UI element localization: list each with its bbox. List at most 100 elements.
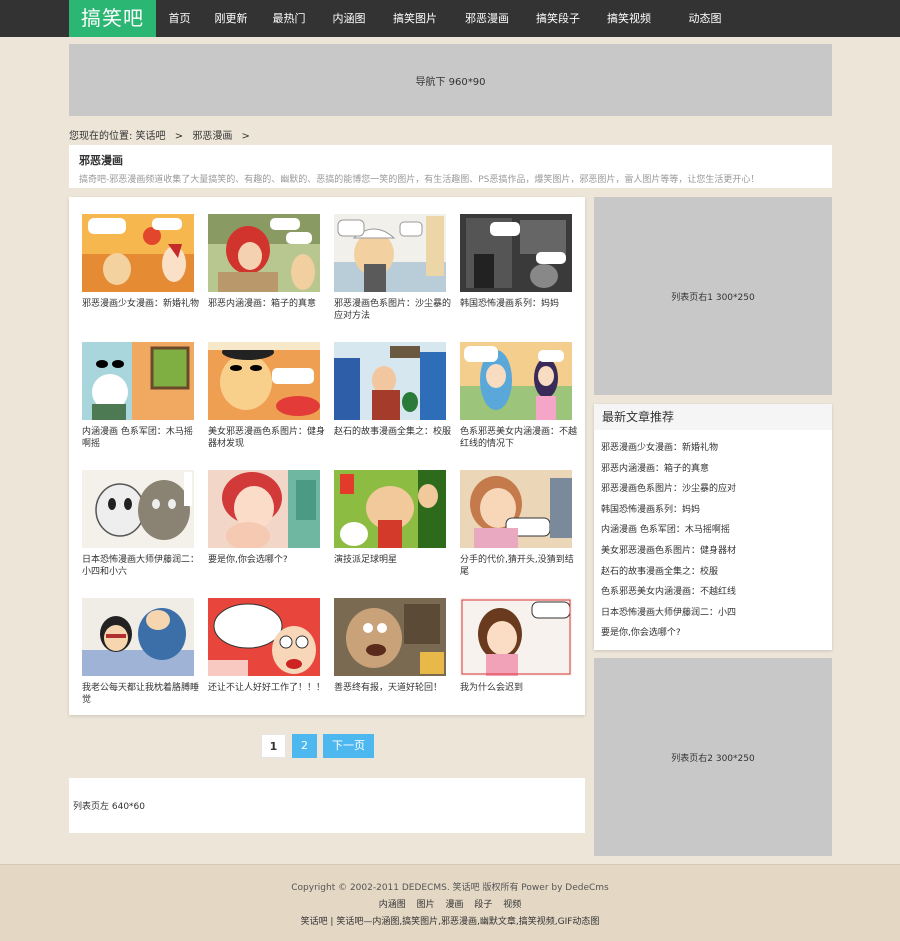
article-grid: 邪恶漫画少女漫画：新婚礼物 邪恶内涵漫画：箱子的真意 邪恶漫画色系图片：沙尘暴的… (69, 197, 585, 715)
site-logo[interactable]: 搞笑吧 (69, 0, 156, 37)
page-2-button[interactable]: 2 (292, 734, 317, 758)
recent-article-link[interactable]: 邪恶内涵漫画：箱子的真意 (601, 459, 829, 480)
item-title-link[interactable]: 邪恶内涵漫画：箱子的真意 (208, 298, 326, 310)
recent-article-link[interactable]: 韩国恐怖漫画系列：妈妈 (601, 500, 829, 521)
ad-banner-top[interactable]: 导航下 960*90 (69, 44, 832, 116)
ad-banner-left[interactable]: 列表页左 640*60 (69, 778, 585, 833)
list-item[interactable]: 美女邪恶漫画色系图片：健身器材发现 (208, 342, 326, 450)
recent-article-link[interactable]: 邪恶漫画色系图片：沙尘暴的应对 (601, 479, 829, 500)
comic-thumbnail-icon[interactable] (460, 598, 572, 676)
comic-thumbnail-icon[interactable] (334, 470, 446, 548)
item-title-link[interactable]: 邪恶漫画色系图片：沙尘暴的应对方法 (334, 298, 452, 322)
pagination: 1 2 下一页 (261, 734, 374, 758)
recent-articles-panel: 最新文章推荐 邪恶漫画少女漫画：新婚礼物 邪恶内涵漫画：箱子的真意 邪恶漫画色系… (594, 404, 832, 650)
category-description: 搞奇吧-邪恶漫画频道收集了大量搞笑的、有趣的、幽默的、恶搞的能博您一笑的图片，有… (79, 175, 760, 185)
item-title-link[interactable]: 演技派足球明星 (334, 554, 452, 566)
item-title-link[interactable]: 赵石的故事漫画全集之：校服 (334, 426, 452, 438)
item-title-link[interactable]: 内涵漫画 色系军团：木马摇啊摇 (82, 426, 200, 450)
breadcrumb-label: 您现在的位置: (69, 131, 133, 142)
next-page-button[interactable]: 下一页 (323, 734, 374, 758)
item-title-link[interactable]: 还让不让人好好工作了！！！ (208, 682, 326, 694)
footer-copyright: Copyright © 2002-2011 DEDECMS. 笑话吧 版权所有 … (291, 883, 609, 893)
nav-item-latest[interactable]: 刚更新 (203, 0, 259, 37)
footer-link[interactable]: 视频 (503, 900, 521, 910)
nav-item-home[interactable]: 首页 (156, 0, 203, 37)
item-title-link[interactable]: 邪恶漫画少女漫画：新婚礼物 (82, 298, 200, 310)
item-title-link[interactable]: 色系邪恶美女内涵漫画：不越红线的情况下 (460, 426, 578, 450)
nav-item-neihan[interactable]: 内涵图 (319, 0, 379, 37)
footer-link[interactable]: 段子 (474, 900, 492, 910)
breadcrumb-separator: > (241, 131, 250, 142)
list-item[interactable]: 邪恶漫画少女漫画：新婚礼物 (82, 214, 200, 310)
list-item[interactable]: 赵石的故事漫画全集之：校服 (334, 342, 452, 438)
ad-banner-left-label: 列表页左 640*60 (73, 802, 145, 812)
nav-item-jokes[interactable]: 搞笑段子 (523, 0, 593, 37)
recent-articles-list: 邪恶漫画少女漫画：新婚礼物 邪恶内涵漫画：箱子的真意 邪恶漫画色系图片：沙尘暴的… (594, 430, 832, 644)
item-title-link[interactable]: 日本恐怖漫画大师伊藤润二：小四和小六 (82, 554, 200, 578)
comic-thumbnail-icon[interactable] (208, 214, 320, 292)
top-nav-bar: 搞笑吧 首页 刚更新 最热门 内涵图 搞笑图片 邪恶漫画 搞笑段子 搞笑视频 动… (0, 0, 900, 37)
breadcrumb-home-link[interactable]: 笑话吧 (136, 131, 166, 142)
comic-thumbnail-icon[interactable] (460, 470, 572, 548)
list-item[interactable]: 演技派足球明星 (334, 470, 449, 566)
list-item[interactable]: 还让不让人好好工作了！！！ (208, 598, 326, 694)
recent-article-link[interactable]: 色系邪恶美女内涵漫画：不越红线 (601, 582, 829, 603)
list-item[interactable]: 我为什么会迟到 (460, 598, 575, 694)
footer-link[interactable]: 漫画 (445, 900, 463, 910)
breadcrumb-category-link[interactable]: 邪恶漫画 (192, 131, 232, 142)
item-title-link[interactable]: 善恶终有报，天道好轮回！ (334, 682, 452, 694)
category-info: 邪恶漫画 搞奇吧-邪恶漫画频道收集了大量搞笑的、有趣的、幽默的、恶搞的能博您一笑… (69, 145, 832, 188)
list-item[interactable]: 要是你,你会选哪个? (208, 470, 323, 566)
comic-thumbnail-icon[interactable] (208, 342, 320, 420)
list-item[interactable]: 我老公每天都让我枕着胳膊睡觉 (82, 598, 200, 706)
comic-thumbnail-icon[interactable] (82, 470, 194, 548)
item-title-link[interactable]: 我老公每天都让我枕着胳膊睡觉 (82, 682, 200, 706)
comic-thumbnail-icon[interactable] (334, 342, 446, 420)
comic-thumbnail-icon[interactable] (460, 342, 572, 420)
list-item[interactable]: 邪恶漫画色系图片：沙尘暴的应对方法 (334, 214, 452, 322)
item-title-link[interactable]: 要是你,你会选哪个? (208, 554, 326, 566)
footer-link[interactable]: 内涵图 (379, 900, 406, 910)
item-title-link[interactable]: 美女邪恶漫画色系图片：健身器材发现 (208, 426, 326, 450)
ad-banner-right-1-label: 列表页右1 300*250 (671, 292, 755, 303)
comic-thumbnail-icon[interactable] (460, 214, 572, 292)
recent-article-link[interactable]: 要是你,你会选哪个? (601, 623, 829, 644)
recent-article-link[interactable]: 赵石的故事漫画全集之：校服 (601, 562, 829, 583)
recent-article-link[interactable]: 日本恐怖漫画大师伊藤润二：小四 (601, 603, 829, 624)
comic-thumbnail-icon[interactable] (82, 598, 194, 676)
nav-item-funny-pics[interactable]: 搞笑图片 (379, 0, 451, 37)
footer-link[interactable]: 图片 (417, 900, 435, 910)
item-title-link[interactable]: 我为什么会迟到 (460, 682, 578, 694)
recent-article-link[interactable]: 邪恶漫画少女漫画：新婚礼物 (601, 438, 829, 459)
recent-article-link[interactable]: 美女邪恶漫画色系图片：健身器材 (601, 541, 829, 562)
nav-item-evil-comics[interactable]: 邪恶漫画 (451, 0, 523, 37)
page-current: 1 (261, 734, 286, 758)
list-item[interactable]: 内涵漫画 色系军团：木马摇啊摇 (82, 342, 197, 450)
list-item[interactable]: 邪恶内涵漫画：箱子的真意 (208, 214, 323, 310)
comic-thumbnail-icon[interactable] (82, 342, 194, 420)
ad-banner-right-2-label: 列表页右2 300*250 (671, 753, 755, 764)
list-item[interactable]: 韩国恐怖漫画系列：妈妈 (460, 214, 575, 310)
ad-banner-right-2[interactable]: 列表页右2 300*250 (594, 658, 832, 856)
breadcrumb: 您现在的位置: 笑话吧 > 邪恶漫画 > (69, 127, 256, 142)
list-item[interactable]: 分手的代价,猜开头,没猜到结尾 (460, 470, 575, 578)
list-item[interactable]: 日本恐怖漫画大师伊藤润二：小四和小六 (82, 470, 200, 578)
recent-article-link[interactable]: 内涵漫画 色系军团：木马摇啊摇 (601, 520, 829, 541)
comic-thumbnail-icon[interactable] (208, 598, 320, 676)
recent-articles-title: 最新文章推荐 (594, 404, 832, 430)
nav-item-gifs[interactable]: 动态图 (665, 0, 745, 37)
breadcrumb-separator: > (174, 131, 184, 142)
comic-thumbnail-icon[interactable] (334, 214, 446, 292)
item-title-link[interactable]: 分手的代价,猜开头,没猜到结尾 (460, 554, 578, 578)
item-title-link[interactable]: 韩国恐怖漫画系列：妈妈 (460, 298, 578, 310)
comic-thumbnail-icon[interactable] (208, 470, 320, 548)
main-nav: 首页 刚更新 最热门 内涵图 搞笑图片 邪恶漫画 搞笑段子 搞笑视频 动态图 (156, 0, 745, 37)
list-item[interactable]: 色系邪恶美女内涵漫画：不越红线的情况下 (460, 342, 578, 450)
comic-thumbnail-icon[interactable] (82, 214, 194, 292)
footer: Copyright © 2002-2011 DEDECMS. 笑话吧 版权所有 … (0, 864, 900, 941)
ad-banner-right-1[interactable]: 列表页右1 300*250 (594, 197, 832, 395)
nav-item-hottest[interactable]: 最热门 (259, 0, 319, 37)
comic-thumbnail-icon[interactable] (334, 598, 446, 676)
list-item[interactable]: 善恶终有报，天道好轮回！ (334, 598, 449, 694)
nav-item-videos[interactable]: 搞笑视频 (593, 0, 665, 37)
